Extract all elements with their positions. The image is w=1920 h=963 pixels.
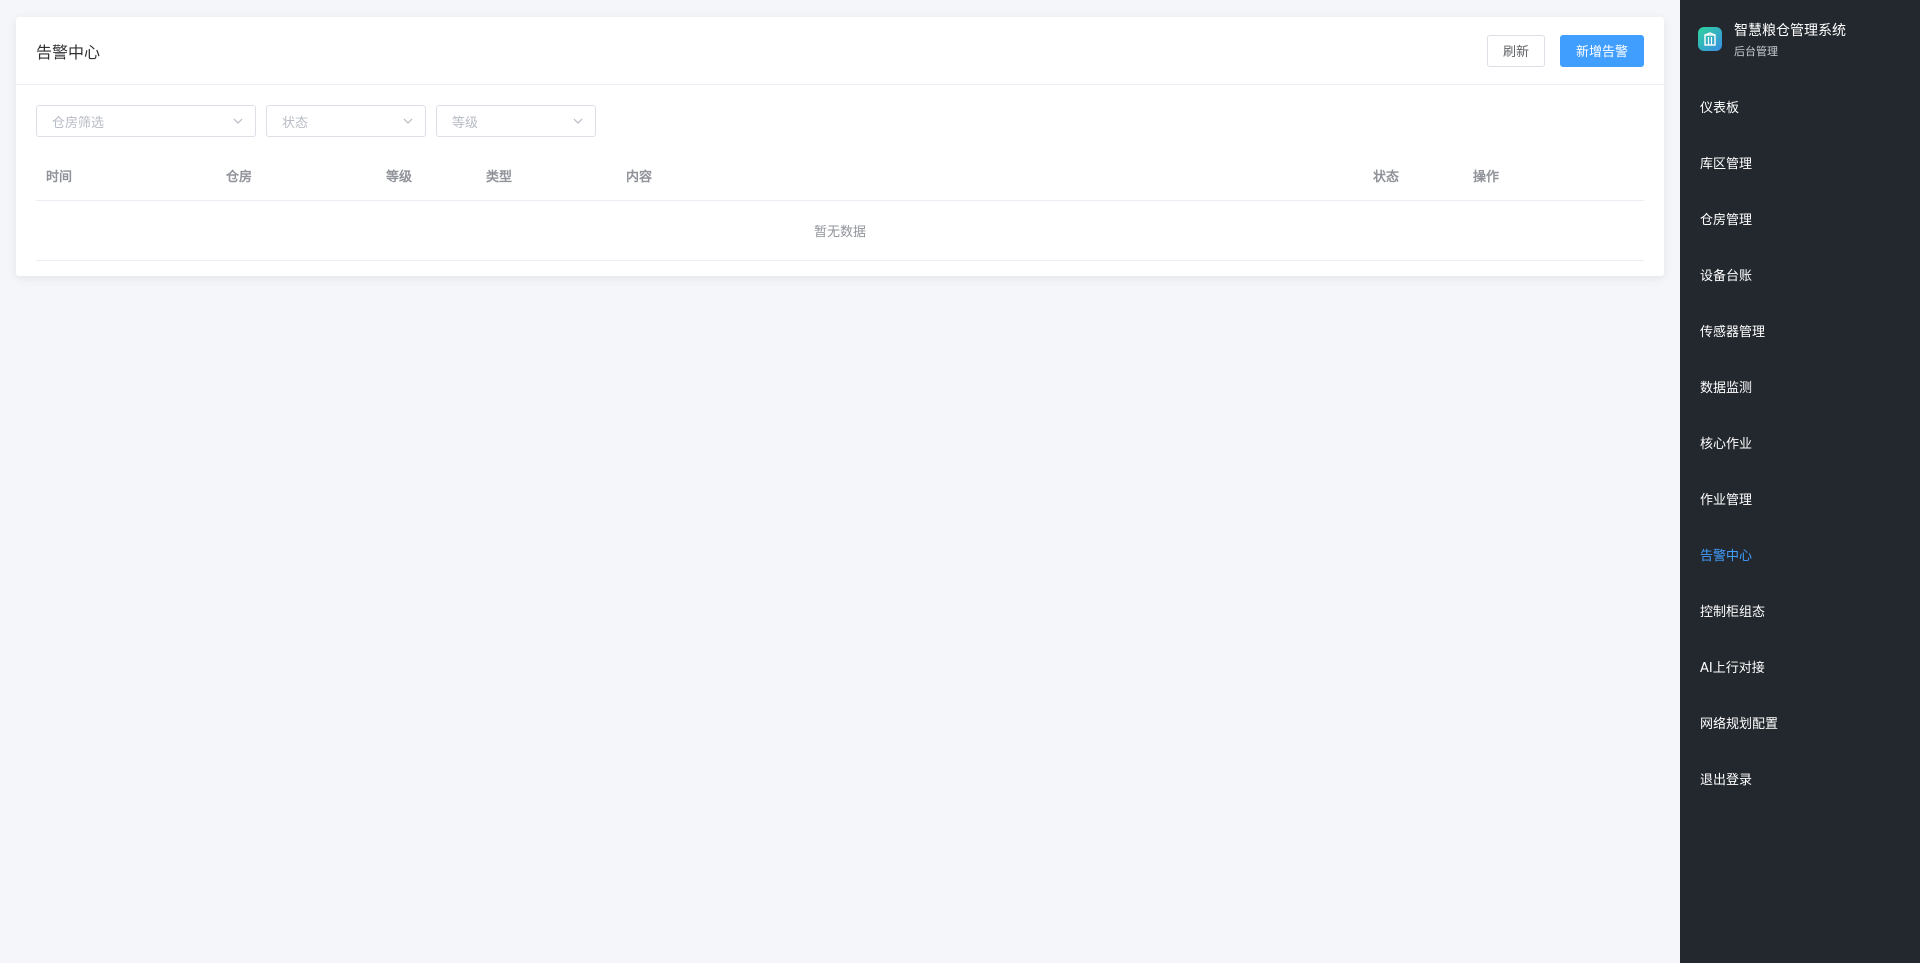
chevron-down-icon (573, 116, 583, 126)
sidebar-item-warehouse-management[interactable]: 仓房管理 (1680, 190, 1920, 246)
table-header: 时间 仓房 等级 类型 内容 状态 操作 (36, 151, 1644, 201)
warehouse-filter-placeholder: 仓房筛选 (52, 115, 105, 131)
status-filter-placeholder: 状态 (282, 115, 309, 131)
alarm-card: 告警中心 刷新 新增告警 仓房筛选 状态 等级 时间 仓房 等级 类型 内容 状… (16, 17, 1664, 276)
brand-text: 智慧粮仓管理系统 后台管理 (1734, 20, 1846, 59)
sidebar-nav: 仪表板 库区管理 仓房管理 设备台账 传感器管理 数据监测 核心作业 作业管理 … (1680, 78, 1920, 806)
sidebar-item-zone-management[interactable]: 库区管理 (1680, 134, 1920, 190)
column-header-level[interactable]: 等级 (376, 166, 476, 185)
sidebar-item-network-config[interactable]: 网络规划配置 (1680, 694, 1920, 750)
sidebar-item-alarm-center[interactable]: 告警中心 (1680, 526, 1920, 582)
brand-subtitle: 后台管理 (1734, 44, 1778, 58)
page-title: 告警中心 (36, 42, 101, 62)
sidebar-item-dashboard[interactable]: 仪表板 (1680, 78, 1920, 134)
table-empty-state: 暂无数据 (36, 201, 1644, 261)
card-body: 仓房筛选 状态 等级 时间 仓房 等级 类型 内容 状态 操作 暂无数据 (16, 85, 1664, 261)
sidebar-item-equipment-ledger[interactable]: 设备台账 (1680, 246, 1920, 302)
sidebar-item-control-cabinet[interactable]: 控制柜组态 (1680, 582, 1920, 638)
column-header-warehouse[interactable]: 仓房 (216, 166, 376, 185)
column-header-actions: 操作 (1473, 170, 1500, 185)
sidebar-item-data-monitoring[interactable]: 数据监测 (1680, 358, 1920, 414)
main-content: 告警中心 刷新 新增告警 仓房筛选 状态 等级 时间 仓房 等级 类型 内容 状… (0, 0, 1680, 963)
sidebar-item-sensor-management[interactable]: 传感器管理 (1680, 302, 1920, 358)
sidebar: 智慧粮仓管理系统 后台管理 仪表板 库区管理 仓房管理 设备台账 传感器管理 数… (1680, 0, 1920, 963)
column-header-status[interactable]: 状态 (1363, 166, 1463, 185)
sidebar-item-job-management[interactable]: 作业管理 (1680, 470, 1920, 526)
column-header-type[interactable]: 类型 (476, 166, 616, 185)
sidebar-item-logout[interactable]: 退出登录 (1680, 750, 1920, 806)
card-header: 告警中心 刷新 新增告警 (16, 17, 1664, 85)
refresh-button[interactable]: 刷新 (1486, 34, 1545, 67)
warehouse-logo-icon (1698, 27, 1722, 51)
status-filter-select[interactable]: 状态 (266, 105, 426, 137)
filter-bar: 仓房筛选 状态 等级 (36, 105, 1644, 137)
warehouse-filter-select[interactable]: 仓房筛选 (36, 105, 256, 137)
column-header-content[interactable]: 内容 (616, 166, 1363, 185)
sidebar-item-ai-uplink[interactable]: AI上行对接 (1680, 638, 1920, 694)
add-alarm-button[interactable]: 新增告警 (1559, 34, 1644, 67)
sidebar-item-core-operations[interactable]: 核心作业 (1680, 414, 1920, 470)
chevron-down-icon (233, 116, 243, 126)
brand-title: 智慧粮仓管理系统 (1734, 22, 1846, 39)
level-filter-placeholder: 等级 (452, 115, 479, 131)
header-actions: 刷新 新增告警 (1486, 34, 1644, 67)
level-filter-select[interactable]: 等级 (436, 105, 596, 137)
alarm-table: 时间 仓房 等级 类型 内容 状态 操作 暂无数据 (36, 151, 1644, 261)
chevron-down-icon (403, 116, 413, 126)
brand: 智慧粮仓管理系统 后台管理 (1680, 0, 1920, 78)
column-header-time[interactable]: 时间 (36, 166, 216, 185)
